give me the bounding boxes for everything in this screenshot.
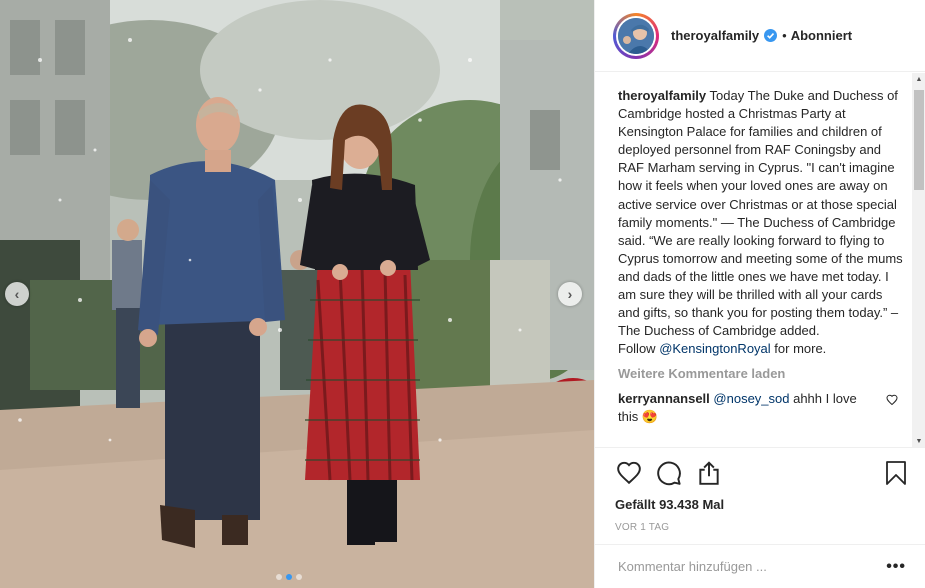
caption-text: Today The Duke and Duchess of Cambridge … [618,88,903,339]
comment-like-icon[interactable] [886,394,898,406]
caption-author[interactable]: theroyalfamily [618,88,706,103]
like-count[interactable]: Gefällt 93.438 Mal [615,497,910,512]
share-button[interactable] [695,459,723,487]
bookmark-icon [886,461,906,485]
header-username[interactable]: theroyalfamily [671,28,759,43]
comment-mention-link[interactable]: @nosey_sod [713,391,789,406]
like-button[interactable] [615,459,643,487]
avatar-image [618,17,654,54]
comments-list: theroyalfamily Today The Duke and Duches… [595,73,925,447]
avatar[interactable] [613,12,659,59]
comment-input[interactable] [618,559,887,574]
chevron-left-icon: ‹ [14,286,20,302]
post-header: theroyalfamily • Abonniert [595,0,925,72]
previous-image-button[interactable]: ‹ [5,282,29,306]
post-caption: theroyalfamily Today The Duke and Duches… [618,87,904,358]
caption-follow-suffix: for more. [770,341,827,357]
comments-scrollbar[interactable]: ▲ ▼ [912,73,925,447]
photo-scene [0,0,594,588]
chevron-right-icon: › [567,286,573,302]
save-button[interactable] [882,459,910,487]
post-timestamp[interactable]: VOR 1 TAG [615,522,910,533]
comment-bubble-icon [657,461,681,486]
add-comment-bar: ••• [595,544,925,588]
share-icon [699,461,719,485]
header-separator: • [782,28,787,43]
post-actions: Gefällt 93.438 Mal VOR 1 TAG [595,447,925,533]
heart-icon [617,461,641,485]
carousel-dot [286,574,292,580]
caption-mention-link[interactable]: @KensingtonRoyal [659,341,770,356]
caption-follow-prefix: Follow [618,341,660,357]
next-image-button[interactable]: › [558,282,582,306]
carousel-indicator [276,574,302,580]
comment-author[interactable]: kerryannansell [618,391,710,406]
post-photo[interactable]: ‹ › [0,0,594,588]
scroll-down-arrow-icon[interactable]: ▼ [915,438,923,445]
load-more-comments-button[interactable]: Weitere Kommentare laden [618,366,904,381]
scroll-up-arrow-icon[interactable]: ▲ [915,76,923,83]
carousel-dot [276,574,282,580]
scrollbar-thumb[interactable] [914,90,924,190]
carousel-dot [296,574,302,580]
more-options-button[interactable]: ••• [886,558,906,576]
follow-status-button[interactable]: Abonniert [791,28,852,43]
post-details-panel: theroyalfamily • Abonniert theroyalfamil… [594,0,925,588]
comment-button[interactable] [655,459,683,487]
list-item: kerryannansell @nosey_sod ahhh I love th… [618,390,904,426]
verified-badge-icon [764,29,778,42]
